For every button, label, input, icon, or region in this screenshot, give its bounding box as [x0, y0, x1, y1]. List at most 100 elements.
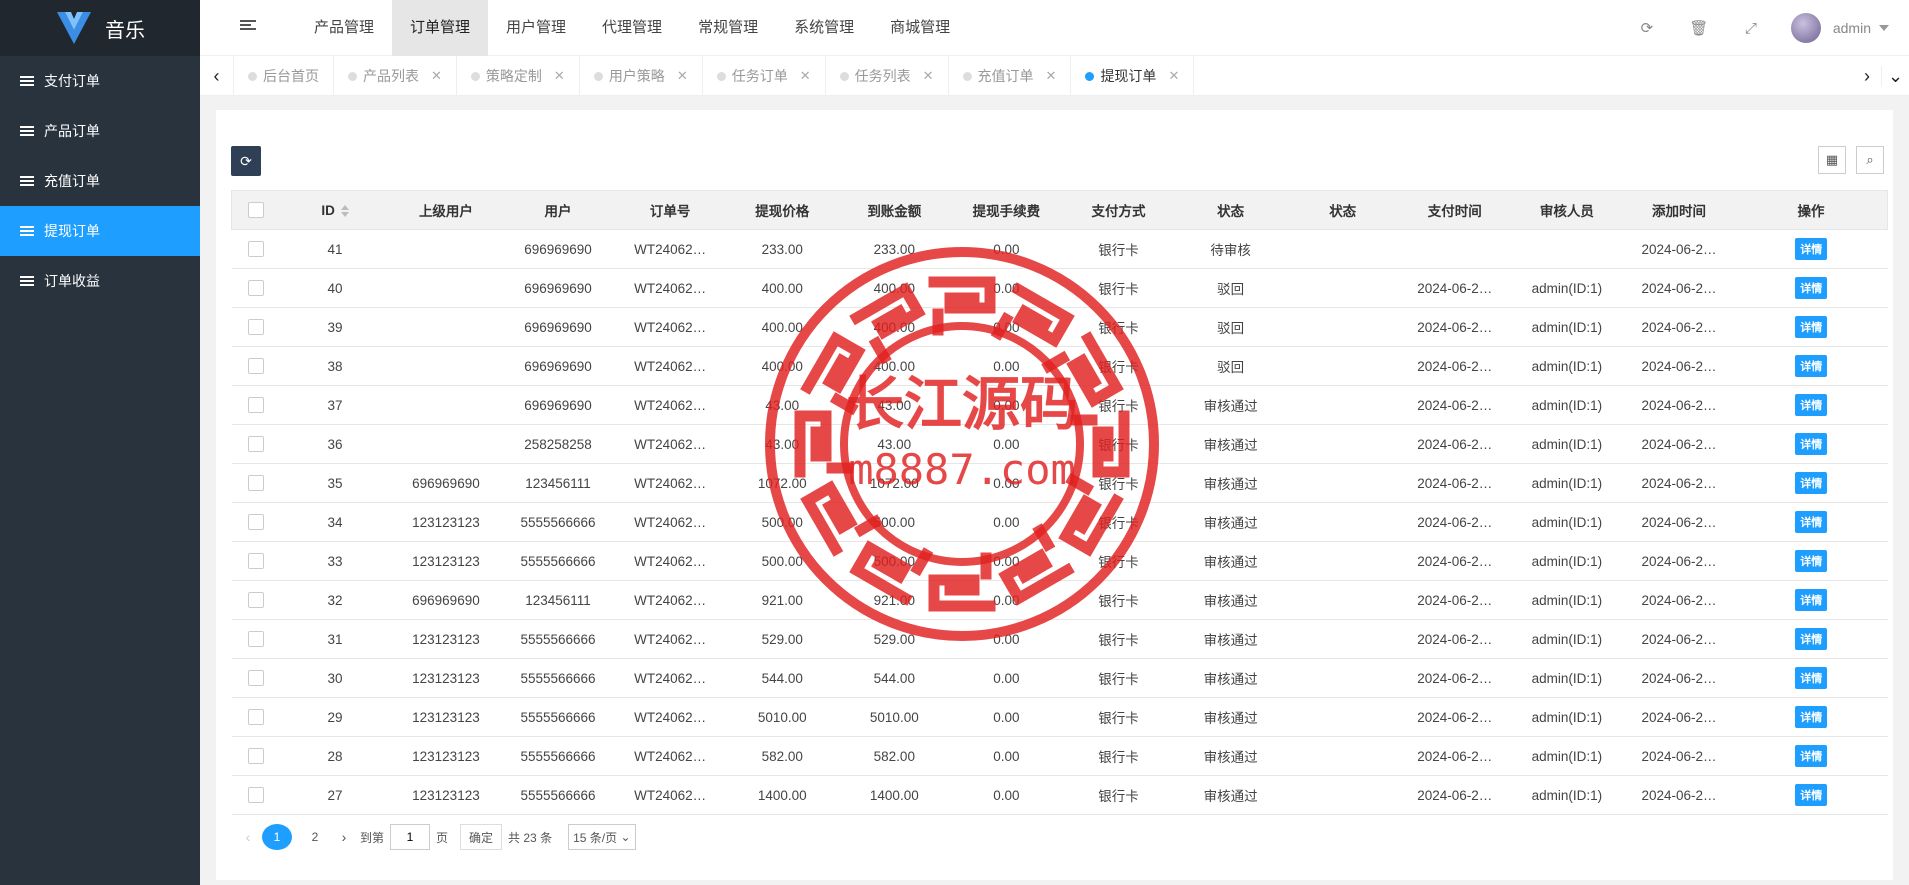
row-checkbox[interactable]	[247, 436, 264, 453]
chevron-down-icon[interactable]	[1879, 25, 1889, 31]
list-icon	[20, 174, 34, 188]
sidebar-item-2[interactable]: 充值订单	[0, 156, 200, 206]
row-checkbox[interactable]	[247, 319, 264, 336]
table-cell: 123123123	[389, 658, 502, 698]
table-cell: 2024-06-2…	[1398, 424, 1511, 464]
detail-button[interactable]: 详情	[1795, 355, 1828, 377]
prev-page-icon[interactable]: ‹	[238, 829, 258, 845]
refresh-icon[interactable]: ⟳	[1621, 19, 1673, 37]
row-checkbox[interactable]	[247, 475, 264, 492]
avatar[interactable]	[1790, 13, 1821, 43]
page-number-2[interactable]: 2	[300, 824, 330, 850]
menu-toggle-icon[interactable]	[240, 18, 256, 34]
goto-confirm-button[interactable]: 确定	[460, 824, 503, 850]
sort-icon[interactable]	[340, 204, 349, 217]
table-refresh-button[interactable]: ⟳	[231, 146, 261, 176]
table-cell: admin(ID:1)	[1510, 502, 1623, 542]
detail-button[interactable]: 详情	[1795, 316, 1828, 338]
nav-item-5[interactable]: 系统管理	[776, 0, 872, 56]
table-cell: 529.00	[726, 619, 839, 659]
detail-button[interactable]: 详情	[1795, 550, 1828, 572]
tab-1[interactable]: 产品列表 ✕	[334, 56, 457, 96]
tab-2[interactable]: 策略定制 ✕	[457, 56, 580, 96]
nav-item-3[interactable]: 代理管理	[584, 0, 680, 56]
detail-button[interactable]: 详情	[1795, 784, 1828, 806]
table-cell: 0.00	[950, 346, 1063, 386]
row-checkbox[interactable]	[247, 670, 264, 687]
detail-button[interactable]: 详情	[1795, 706, 1828, 728]
sidebar-item-3[interactable]: 提现订单	[0, 206, 200, 256]
table-cell: 0.00	[950, 424, 1063, 464]
app-logo[interactable]: 音乐	[0, 0, 200, 56]
tab-scroll-left-icon[interactable]: ‹	[200, 56, 234, 96]
page-number-1[interactable]: 1	[262, 824, 292, 850]
close-icon[interactable]: ✕	[923, 68, 934, 84]
page-size-select[interactable]: 15 条/页 ⌄	[568, 824, 636, 850]
row-checkbox[interactable]	[247, 787, 264, 804]
trash-icon[interactable]: 🗑	[1673, 19, 1725, 37]
detail-button[interactable]: 详情	[1795, 589, 1828, 611]
tab-6[interactable]: 充值订单 ✕	[949, 56, 1072, 96]
tab-5[interactable]: 任务列表 ✕	[826, 56, 949, 96]
row-checkbox[interactable]	[247, 397, 264, 414]
close-icon[interactable]: ✕	[1046, 68, 1057, 84]
tab-0[interactable]: 后台首页	[234, 56, 334, 96]
detail-button[interactable]: 详情	[1795, 433, 1828, 455]
user-name[interactable]: admin	[1833, 20, 1871, 36]
goto-page-input[interactable]	[390, 824, 431, 850]
table-cell	[389, 268, 502, 308]
detail-button[interactable]: 详情	[1795, 472, 1828, 494]
row-checkbox[interactable]	[247, 241, 264, 258]
row-checkbox[interactable]	[247, 358, 264, 375]
nav-item-0[interactable]: 产品管理	[296, 0, 392, 56]
nav-item-6[interactable]: 商城管理	[872, 0, 968, 56]
table-cell: 待审核	[1174, 229, 1287, 269]
detail-button[interactable]: 详情	[1795, 628, 1828, 650]
row-checkbox[interactable]	[247, 514, 264, 531]
row-checkbox[interactable]	[247, 748, 264, 765]
column-header[interactable]: ID	[280, 190, 390, 230]
row-checkbox[interactable]	[247, 553, 264, 570]
detail-button[interactable]: 详情	[1795, 277, 1828, 299]
column-header: 添加时间	[1622, 190, 1736, 230]
close-icon[interactable]: ✕	[431, 68, 442, 84]
detail-button[interactable]: 详情	[1795, 745, 1828, 767]
row-checkbox[interactable]	[247, 280, 264, 297]
table-cell: WT24062…	[614, 229, 727, 269]
nav-item-4[interactable]: 常规管理	[680, 0, 776, 56]
tab-4[interactable]: 任务订单 ✕	[703, 56, 826, 96]
nav-item-2[interactable]: 用户管理	[488, 0, 584, 56]
detail-button[interactable]: 详情	[1795, 394, 1828, 416]
fullscreen-icon[interactable]: ⤢	[1725, 20, 1777, 37]
detail-button[interactable]: 详情	[1795, 238, 1828, 260]
close-icon[interactable]: ✕	[800, 68, 811, 84]
close-icon[interactable]: ✕	[1168, 68, 1179, 84]
nav-item-1[interactable]: 订单管理	[392, 0, 489, 56]
close-icon[interactable]: ✕	[554, 68, 565, 84]
row-checkbox[interactable]	[247, 631, 264, 648]
table-cell: 400.00	[726, 268, 839, 308]
tab-scroll-right-icon[interactable]: ›	[1853, 66, 1881, 87]
next-page-icon[interactable]: ›	[334, 829, 354, 845]
table-cell: 400.00	[726, 307, 839, 347]
table-cell: 审核通过	[1174, 736, 1287, 776]
select-all-checkbox[interactable]	[248, 202, 265, 219]
list-icon	[20, 274, 34, 288]
tab-menu-chevron-icon[interactable]: ⌄	[1880, 65, 1909, 87]
table-cell	[1286, 385, 1399, 425]
sidebar-item-0[interactable]: 支付订单	[0, 56, 200, 106]
table-cell: WT24062…	[614, 541, 727, 581]
close-icon[interactable]: ✕	[677, 68, 688, 84]
sidebar-item-4[interactable]: 订单收益	[0, 256, 200, 306]
columns-filter-icon[interactable]: ▦	[1818, 146, 1846, 174]
detail-button[interactable]: 详情	[1795, 667, 1828, 689]
tab-3[interactable]: 用户策略 ✕	[580, 56, 703, 96]
search-icon[interactable]: ⌕	[1856, 146, 1884, 174]
row-checkbox[interactable]	[247, 592, 264, 609]
sidebar-item-1[interactable]: 产品订单	[0, 106, 200, 156]
table-cell	[1286, 775, 1399, 815]
row-checkbox[interactable]	[247, 709, 264, 726]
tab-7[interactable]: 提现订单 ✕	[1071, 56, 1195, 96]
column-header-label: 状态	[1217, 204, 1245, 219]
detail-button[interactable]: 详情	[1795, 511, 1828, 533]
